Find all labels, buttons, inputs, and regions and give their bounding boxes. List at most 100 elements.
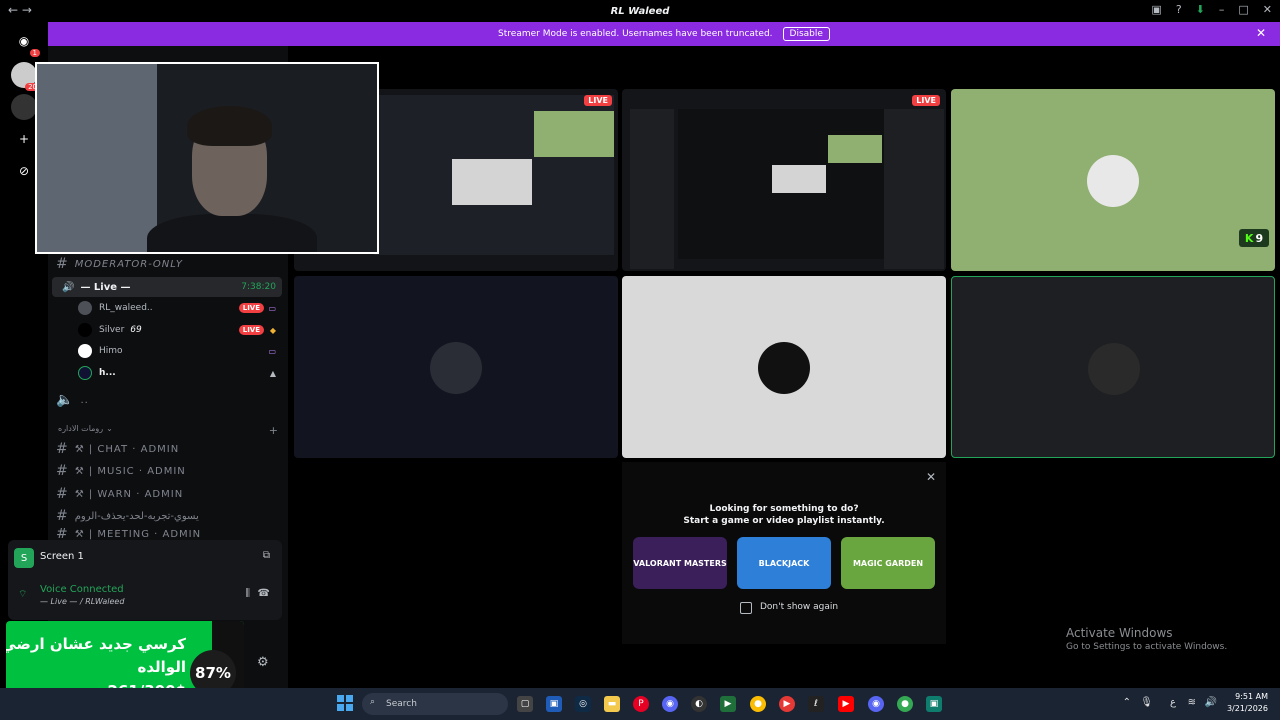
live-badge: LIVE xyxy=(584,95,612,106)
user-tile[interactable]: K9 xyxy=(951,89,1275,271)
voice-user[interactable]: Silver 69 LIVE ◆ xyxy=(78,321,278,339)
language-indicator[interactable]: ع xyxy=(1170,697,1176,708)
stream-preview-tile xyxy=(828,135,882,163)
discord-icon[interactable]: ◉ xyxy=(662,696,678,712)
volume-icon[interactable]: 🔊 xyxy=(1205,697,1217,708)
app-icon[interactable]: ◐ xyxy=(691,696,707,712)
signal-icon: ⌔ xyxy=(18,589,28,600)
dont-show-label: Don't show again xyxy=(760,602,839,612)
speaker-icon: 🔈 xyxy=(56,392,75,408)
discover-icon[interactable]: ⊘ xyxy=(11,158,37,184)
hash-icon: # xyxy=(56,508,69,524)
avatar xyxy=(78,366,92,380)
channel-test[interactable]: # يسوي-تجربه-لحد-يحذف-الروم xyxy=(56,506,199,526)
dont-show-checkbox[interactable] xyxy=(740,602,752,614)
category-header[interactable]: رومات الاداره ⌄ + xyxy=(58,424,278,437)
gear-icon[interactable]: ⚙ xyxy=(257,655,269,670)
avatar xyxy=(78,323,92,337)
discord-active-icon[interactable]: ◉ xyxy=(868,696,884,712)
youtube-icon[interactable]: ▶ xyxy=(838,696,854,712)
activate-windows-watermark: Activate Windows Go to Settings to activ… xyxy=(1066,626,1228,652)
stream-preview-tile xyxy=(534,111,614,157)
channel-music-admin[interactable]: # ⚒ | MUSIC · ADMIN xyxy=(56,461,186,481)
close-icon[interactable]: ✕ xyxy=(926,470,936,484)
voice-user[interactable]: Himo ▭ xyxy=(78,342,278,360)
server-icon[interactable] xyxy=(11,94,37,120)
title-bar: ← → RL Waleed ▣ ? ⬇ – □ ✕ xyxy=(0,0,1280,22)
hash-icon: # xyxy=(56,256,69,272)
wifi-icon[interactable]: ≋ xyxy=(1188,697,1196,708)
hash-icon: # xyxy=(56,486,69,502)
help-icon[interactable]: ? xyxy=(1176,3,1182,16)
pinterest-icon[interactable]: P xyxy=(633,696,649,712)
disable-button[interactable]: Disable xyxy=(782,27,830,41)
voice-channel-path: — Live — / RLWaleed xyxy=(40,597,125,606)
channel-meeting-admin[interactable]: # ⚒ | MEETING · ADMIN xyxy=(56,528,201,540)
media-player-icon[interactable]: ▶ xyxy=(779,696,795,712)
goal-title-line2: الوالده xyxy=(137,658,186,676)
app-icon[interactable]: ℓ xyxy=(808,696,824,712)
search-input[interactable]: ⌕ Search xyxy=(362,693,508,715)
activity-card-blackjack[interactable]: BLACKJACK xyxy=(737,537,831,589)
chrome-icon[interactable]: ● xyxy=(897,696,913,712)
minimize-button[interactable]: – xyxy=(1219,3,1225,16)
popout-icon[interactable]: ⧉ xyxy=(263,550,270,561)
close-button[interactable]: ✕ xyxy=(1263,3,1272,16)
user-tile[interactable] xyxy=(294,276,618,458)
app-icon[interactable]: ▣ xyxy=(926,696,942,712)
stream-preview-tile xyxy=(772,165,826,193)
stream-tile[interactable]: LIVE xyxy=(622,89,946,271)
stream-chat-preview xyxy=(884,109,944,269)
channel-warn-admin[interactable]: # ⚒ | WARN · ADMIN xyxy=(56,484,183,504)
add-channel-icon[interactable]: + xyxy=(269,424,278,437)
microphone-icon[interactable]: 🎙 xyxy=(1140,697,1153,708)
maximize-button[interactable]: □ xyxy=(1238,3,1248,16)
taskbar: ⌕ Search ▢ ▣ ◎ ▬ P ◉ ◐ ▶ ● ▶ ℓ ▶ ◉ ● ▣ ⌃ … xyxy=(0,688,1280,720)
voice-user[interactable]: RL_waleed.. LIVE ▭ xyxy=(78,299,278,317)
webcam-person xyxy=(147,214,317,252)
discord-home-icon[interactable]: ◉ 1 xyxy=(11,28,40,57)
voice-panel: S Screen 1 ⧉ ⌔ Voice Connected — Live — … xyxy=(8,540,282,620)
app-icon[interactable]: ▶ xyxy=(720,696,736,712)
activity-card-valorant[interactable]: VALORANT MASTERS xyxy=(633,537,727,589)
goal-title-line1: كرسي جديد عشان ارضي xyxy=(6,635,186,653)
unread-badge: 1 xyxy=(29,49,40,57)
stream-preview-tile xyxy=(452,159,532,205)
streamer-mode-banner: Streamer Mode is enabled. Usernames have… xyxy=(48,22,1280,46)
voice-channel-live[interactable]: 🔊 — Live — 7:38:20 xyxy=(52,277,282,297)
noise-suppression-icon[interactable]: ⫼ xyxy=(245,588,250,599)
activity-heading: Looking for something to do? xyxy=(709,504,859,514)
voice-user[interactable]: h... ▲ xyxy=(78,364,278,382)
screen-share-icon: S xyxy=(14,548,34,568)
server-icon[interactable]: 20 xyxy=(11,62,40,91)
steam-icon[interactable]: ◎ xyxy=(575,696,591,712)
voice-channel-dots[interactable]: 🔈.. xyxy=(56,390,89,410)
add-server-icon[interactable]: + xyxy=(11,126,37,152)
activity-card-magic-garden[interactable]: MAGIC GARDEN xyxy=(841,537,935,589)
chrome-icon[interactable]: ● xyxy=(750,696,766,712)
webcam-hair xyxy=(187,106,272,146)
inbox-icon[interactable]: ▣ xyxy=(1151,3,1161,16)
channel-chat-admin[interactable]: # ⚒ | CHAT · ADMIN xyxy=(56,439,179,459)
close-icon[interactable]: ✕ xyxy=(1256,26,1266,40)
kick-badge: K9 xyxy=(1239,229,1269,247)
avatar xyxy=(758,342,810,394)
user-tile[interactable] xyxy=(951,276,1275,458)
file-explorer-icon[interactable]: ▬ xyxy=(604,696,620,712)
voice-status[interactable]: Voice Connected xyxy=(40,584,124,595)
activity-suggestions-panel: ✕ Looking for something to do? Start a g… xyxy=(622,462,946,644)
screen-share-icon: ▭ xyxy=(268,303,276,313)
disconnect-icon[interactable]: ☎ xyxy=(258,588,270,599)
start-icon[interactable] xyxy=(337,695,353,711)
app-icon[interactable]: ▣ xyxy=(546,696,562,712)
download-icon[interactable]: ⬇ xyxy=(1196,3,1205,16)
activity-subheading: Start a game or video playlist instantly… xyxy=(683,516,885,526)
chevron-up-icon[interactable]: ⌃ xyxy=(1123,697,1131,708)
live-badge: LIVE xyxy=(912,95,940,106)
screen-name: Screen 1 xyxy=(40,551,84,562)
clock[interactable]: 9:51 AM 3/21/2026 xyxy=(1227,691,1268,715)
channel-moderator[interactable]: # MODERATOR-ONLY xyxy=(56,254,183,274)
user-tile[interactable] xyxy=(622,276,946,458)
avatar xyxy=(78,344,92,358)
task-view-icon[interactable]: ▢ xyxy=(517,696,533,712)
